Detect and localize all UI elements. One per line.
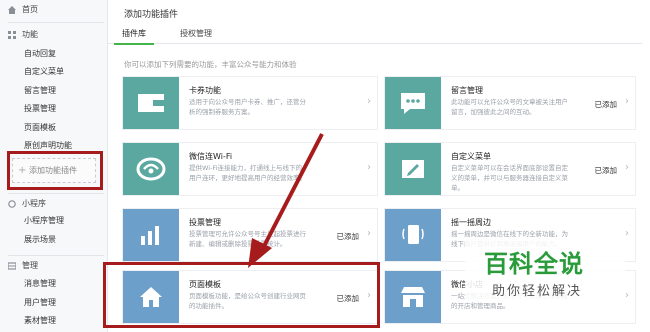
sidebar-item-custom-menu[interactable]: 自定义菜单: [0, 64, 108, 80]
added-status: 已添加: [594, 166, 618, 175]
card-desc: 适用于向公众号用户卡券、推广，还管分析的强制券服务方案。: [189, 98, 306, 116]
card-name: 投票管理: [189, 218, 221, 227]
chevron-right-icon: ›: [625, 96, 629, 107]
sidebar-item-users[interactable]: 用户管理: [0, 295, 108, 311]
card-icon: [123, 77, 179, 129]
sidebar-item-auto-reply[interactable]: 自动回复: [0, 46, 108, 62]
chevron-right-icon: ›: [625, 290, 629, 301]
chevron-right-icon: ›: [625, 228, 629, 239]
card-name: 卡券功能: [189, 86, 221, 95]
manage-icon: [8, 262, 16, 270]
card-desc: 此功能可以允许公众号的文章被关注用户留言，加强彼此之间的互动。: [451, 98, 568, 116]
watermark-subtitle: 助你轻松解决: [492, 284, 583, 299]
plugin-card-vote[interactable]: 投票管理 投票管理可允许公众号号主发起投票进行新建、编辑或删除投票投票统计。 已…: [122, 208, 378, 262]
card-name: 留言管理: [451, 86, 483, 95]
divider: [8, 193, 104, 194]
sidebar-item-vote[interactable]: 投票管理: [0, 101, 108, 117]
grid-icon: [8, 31, 16, 39]
sidebar-item-materials[interactable]: 素材管理: [0, 313, 108, 329]
store-icon: [401, 287, 425, 307]
card-icon: [385, 271, 441, 323]
added-status: 已添加: [336, 232, 360, 241]
chevron-right-icon: ›: [367, 228, 371, 239]
watermark-title: 百科全说: [484, 250, 584, 278]
sidebar-group-manage: 管理: [0, 258, 108, 274]
tab-bar: 插件库 授权管理: [108, 24, 642, 45]
plugin-card-comments[interactable]: 留言管理 此功能可以允许公众号的文章被关注用户留言，加强彼此之间的互动。 已添加…: [384, 76, 636, 130]
sidebar-home[interactable]: 首页: [0, 2, 108, 18]
card-desc: 投票管理可允许公众号号主发起投票进行新建、编辑或删除投票投票统计。: [189, 230, 306, 248]
card-icon: [385, 77, 441, 129]
sidebar-item-comments[interactable]: 留言管理: [0, 83, 108, 99]
card-icon: [385, 143, 441, 195]
card-name: 自定义菜单: [451, 152, 491, 161]
intro-text: 你可以添加下列需要的功能，丰富公众号能力和体验: [124, 60, 297, 69]
phone-shake-icon: [402, 225, 424, 244]
plugin-card-coupon[interactable]: 卡券功能 适用于向公众号用户卡券、推广，还管分析的强制券服务方案。 ›: [122, 76, 378, 130]
tab-authorization[interactable]: 授权管理: [180, 28, 212, 39]
card-icon: [123, 209, 179, 261]
divider: [8, 22, 104, 23]
page-title: 添加功能插件: [124, 10, 179, 20]
highlight-box-sidebar: [7, 151, 103, 190]
wallet-icon: [138, 94, 164, 112]
added-status: 已添加: [594, 100, 618, 109]
card-icon: [385, 209, 441, 261]
card-icon: [123, 143, 179, 195]
chevron-right-icon: ›: [625, 162, 629, 173]
sidebar-group-miniprogram: 小程序: [0, 196, 108, 212]
sidebar-item-messages[interactable]: 消息管理: [0, 276, 108, 292]
bar-chart-icon: [141, 226, 159, 245]
chevron-right-icon: ›: [367, 96, 371, 107]
chevron-right-icon: ›: [367, 162, 371, 173]
divider: [8, 255, 104, 256]
chat-bubble-icon: [401, 93, 425, 114]
sidebar-item-miniprogram-manage[interactable]: 小程序管理: [0, 213, 108, 229]
active-tab-indicator: [114, 43, 154, 45]
wifi-icon: [136, 157, 166, 181]
card-name: 摇一摇周边: [451, 218, 491, 227]
tab-plugin-library[interactable]: 插件库: [122, 28, 146, 39]
sidebar-item-showcase[interactable]: 展示场景: [0, 232, 108, 248]
miniprogram-icon: [8, 200, 16, 208]
plugin-card-wifi[interactable]: 微信连Wi-Fi 提供Wi-Fi连接能力，打通线上与线下的用户连环，更好地提高用…: [122, 142, 378, 196]
card-desc: 提供Wi-Fi连接能力，打通线上与线下的用户连环，更好地提高用户的经营效率。: [189, 164, 306, 182]
sidebar-group-function: 功能: [0, 27, 108, 43]
sidebar-item-page-template[interactable]: 页面模板: [0, 120, 108, 136]
home-icon: [8, 6, 16, 14]
card-desc: 自定义菜单可以在会话界面底部设置自定义的菜单，并可以与服务器连接自定义菜单。: [451, 164, 568, 192]
card-name: 微信连Wi-Fi: [189, 152, 233, 161]
edit-icon: [402, 160, 424, 178]
plugin-card-custom-menu[interactable]: 自定义菜单 自定义菜单可以在会话界面底部设置自定义的菜单，并可以与服务器连接自定…: [384, 142, 636, 196]
highlight-box-card: [103, 262, 380, 328]
